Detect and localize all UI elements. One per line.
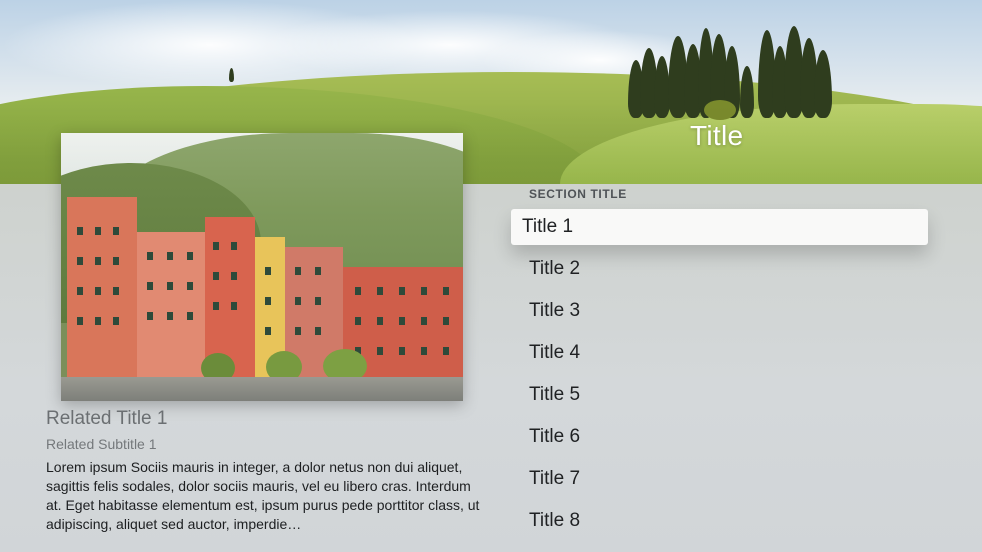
building bbox=[67, 197, 137, 387]
list-item-label: Title 8 bbox=[529, 510, 581, 531]
related-subtitle: Related Subtitle 1 bbox=[46, 436, 157, 452]
list-item[interactable]: Title 4 bbox=[511, 335, 928, 371]
list-item-label: Title 6 bbox=[529, 426, 581, 447]
related-title: Related Title 1 bbox=[46, 408, 168, 429]
list-item-label: Title 2 bbox=[529, 258, 581, 279]
title-list: Title 1 Title 2 Title 3 Title 4 Title 5 … bbox=[511, 209, 928, 545]
list-item-label: Title 4 bbox=[529, 342, 581, 363]
building bbox=[137, 232, 205, 387]
list-item[interactable]: Title 1 bbox=[511, 209, 928, 245]
list-item[interactable]: Title 5 bbox=[511, 377, 928, 413]
list-item-label: Title 7 bbox=[529, 468, 581, 489]
list-item-label: Title 1 bbox=[522, 216, 574, 237]
list-item[interactable]: Title 8 bbox=[511, 503, 928, 539]
list-item[interactable]: Title 6 bbox=[511, 419, 928, 455]
list-item-label: Title 3 bbox=[529, 300, 581, 321]
list-item-label: Title 5 bbox=[529, 384, 581, 405]
list-item[interactable]: Title 7 bbox=[511, 461, 928, 497]
hero-title: Title bbox=[690, 120, 744, 151]
related-preview-image[interactable] bbox=[61, 133, 463, 401]
list-item[interactable]: Title 3 bbox=[511, 293, 928, 329]
related-description: Lorem ipsum Sociis mauris in integer, a … bbox=[46, 459, 480, 532]
list-item[interactable]: Title 2 bbox=[511, 251, 928, 287]
section-title: SECTION TITLE bbox=[529, 187, 627, 201]
